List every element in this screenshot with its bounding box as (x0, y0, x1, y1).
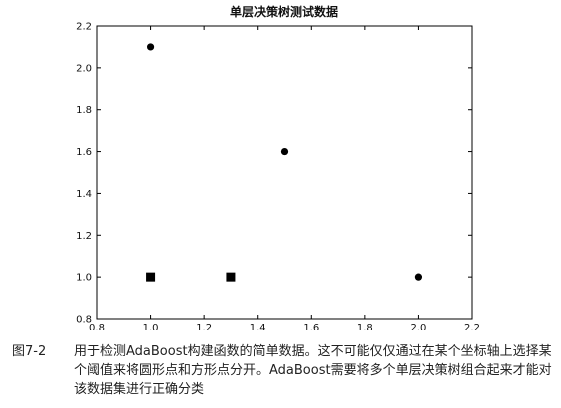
y-tick-label-1: 1.0 (76, 273, 92, 284)
circle-point-1 (280, 147, 289, 156)
square-point-1 (226, 272, 236, 282)
caption-label: 图7-2 (12, 344, 47, 359)
square-point-0 (146, 272, 156, 282)
y-tick-label-5: 1.8 (76, 105, 92, 116)
y-tick-label-6: 2.0 (76, 63, 92, 74)
x-tick-label-5: 1.8 (357, 323, 373, 330)
data-points (146, 43, 423, 282)
x-tick-label-7: 2.2 (464, 323, 480, 330)
chart-title: 单层决策树测试数据 (230, 4, 338, 19)
scatter-chart: 单层决策树测试数据 0.8 1.0 1.2 1.4 1.6 1.8 2.0 2.20.81.0… (76, 4, 480, 331)
y-tick-label-7: 2.2 (76, 22, 92, 33)
y-tick-label-0: 0.8 (76, 315, 92, 326)
x-tick-label-3: 1.4 (250, 323, 266, 330)
y-tick-label-3: 1.4 (76, 189, 92, 200)
circle-point-0 (146, 43, 155, 51)
x-tick-label-1: 1.0 (143, 323, 159, 330)
circle-point-2 (414, 273, 423, 281)
caption-text: 用于检测AdaBoost构建函数的简单数据。这不可能仅仅通过在某个坐标轴上选择某… (74, 344, 552, 397)
x-tick-label-2: 1.2 (196, 323, 212, 330)
x-tick-label-6: 2.0 (410, 323, 426, 330)
figure-caption: 图7-2 用于检测AdaBoost构建函数的简单数据。这不可能仅仅通过在某个坐标… (12, 342, 552, 399)
x-tick-label-4: 1.6 (303, 323, 319, 330)
y-tick-label-4: 1.6 (76, 147, 92, 158)
y-tick-label-2: 1.2 (76, 231, 92, 242)
axis-ticks: 0.8 1.0 1.2 1.4 1.6 1.8 2.0 2.20.81.01.21.41.61… (76, 22, 480, 331)
